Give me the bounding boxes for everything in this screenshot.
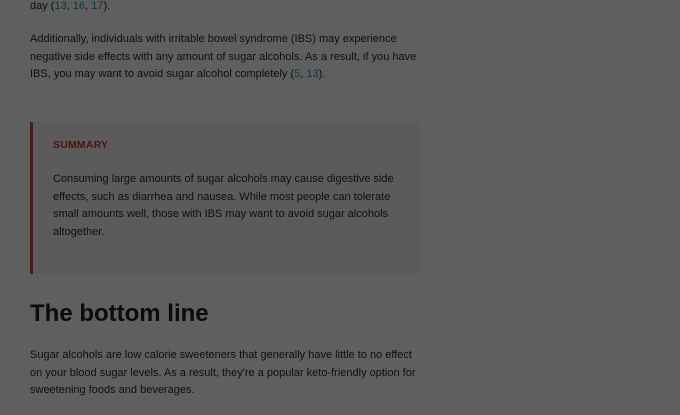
paragraph-ibs: Additionally, individuals with irritable…	[30, 33, 417, 80]
ref-link-5[interactable]: 5	[294, 68, 300, 80]
paragraph-bottom-line: Sugar alcohols are low calorie sweetener…	[30, 349, 416, 396]
summary-label: SUMMARY	[53, 139, 109, 151]
para2-suffix: ).	[318, 68, 326, 80]
para1-suffix: ).	[103, 0, 111, 12]
para2-text: Additionally, individuals with irritable…	[30, 33, 417, 80]
paragraph-citation-tail: day (13, 16, 17).	[30, 0, 111, 12]
ref-link-13[interactable]: 13	[54, 0, 66, 12]
ref-link-13b[interactable]: 13	[306, 68, 318, 80]
summary-box: SUMMARY Consuming large amounts of sugar…	[30, 122, 419, 274]
ref-link-16[interactable]: 16	[73, 0, 85, 12]
ref-link-17[interactable]: 17	[91, 0, 103, 12]
summary-text: Consuming large amounts of sugar alcohol…	[53, 173, 394, 238]
para1-prefix: day (	[30, 0, 55, 12]
section-heading: The bottom line	[30, 300, 209, 327]
